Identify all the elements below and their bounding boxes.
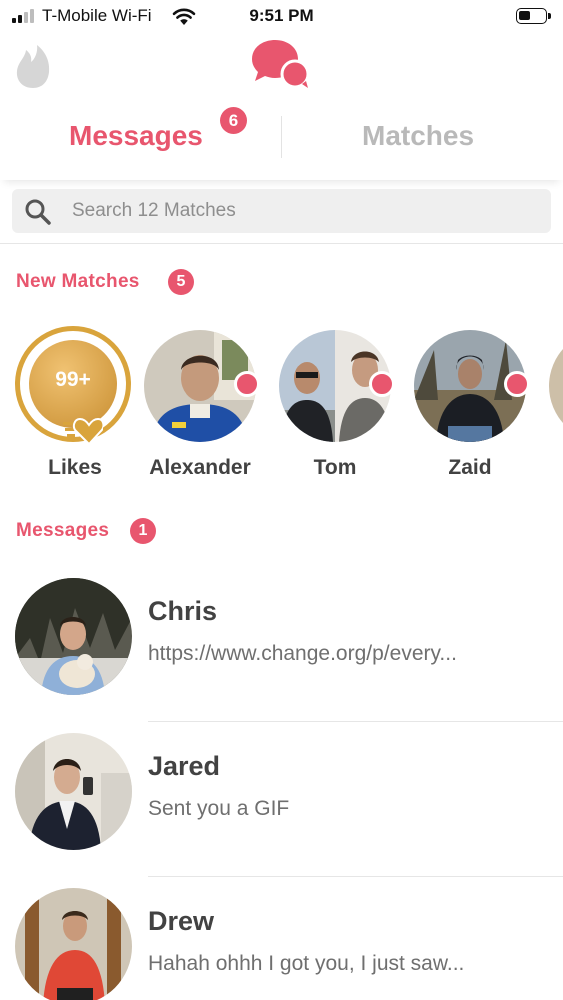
avatar	[15, 733, 132, 850]
clock: 9:51 PM	[249, 6, 314, 25]
avatar	[15, 888, 132, 1000]
messages-section-title: Messages	[16, 520, 110, 541]
conversation-name: Chris	[148, 596, 218, 626]
conversation-row[interactable]: Drew Hahah ohhh I got you, I just saw...	[0, 878, 563, 1000]
tab-matches[interactable]: Matches	[362, 120, 474, 152]
search-bar[interactable]	[12, 189, 551, 233]
match-name: Zaid	[448, 456, 492, 479]
conversation-name: Jared	[148, 751, 221, 781]
status-bar: T-Mobile Wi-Fi 9:51 PM	[0, 0, 563, 34]
new-matches-count-badge: 5	[168, 269, 194, 295]
gold-heart-icon	[63, 417, 103, 446]
search-icon	[25, 199, 51, 225]
conversation-preview: Hahah ohhh I got you, I just saw...	[148, 952, 465, 975]
online-indicator	[369, 371, 395, 397]
messages-count-badge: 1	[130, 518, 156, 544]
online-indicator	[504, 371, 530, 397]
likes-item[interactable]: 99+ Likes	[15, 326, 135, 486]
chat-bubbles-icon[interactable]	[250, 38, 312, 90]
conversation-row[interactable]: Chris https://www.change.org/p/every...	[0, 568, 563, 723]
match-item[interactable]: Tom	[275, 326, 395, 486]
flame-icon[interactable]	[14, 42, 52, 90]
match-item[interactable]: Alexander	[140, 326, 260, 486]
tab-bar: Messages 6 Matches	[0, 100, 563, 180]
divider	[0, 243, 563, 244]
conversation-preview: https://www.change.org/p/every...	[148, 642, 457, 665]
online-indicator	[234, 371, 260, 397]
row-divider	[148, 721, 563, 722]
match-item[interactable]	[545, 326, 563, 486]
match-item[interactable]: Zaid	[410, 326, 530, 486]
avatar	[15, 578, 132, 695]
avatar	[549, 330, 563, 442]
new-matches-carousel[interactable]: 99+ Likes Alexander Tom Zaid	[0, 326, 563, 486]
search-input[interactable]	[72, 195, 532, 227]
new-matches-title: New Matches	[16, 271, 140, 292]
messages-tab-badge: 6	[220, 107, 247, 134]
row-divider	[148, 876, 563, 877]
battery-icon	[516, 8, 551, 24]
likes-count: 99+	[55, 368, 91, 391]
tab-divider	[281, 116, 282, 158]
conversation-row[interactable]: Jared Sent you a GIF	[0, 723, 563, 878]
tab-messages[interactable]: Messages	[69, 120, 203, 152]
conversation-name: Drew	[148, 906, 215, 936]
conversation-preview: Sent you a GIF	[148, 797, 290, 820]
